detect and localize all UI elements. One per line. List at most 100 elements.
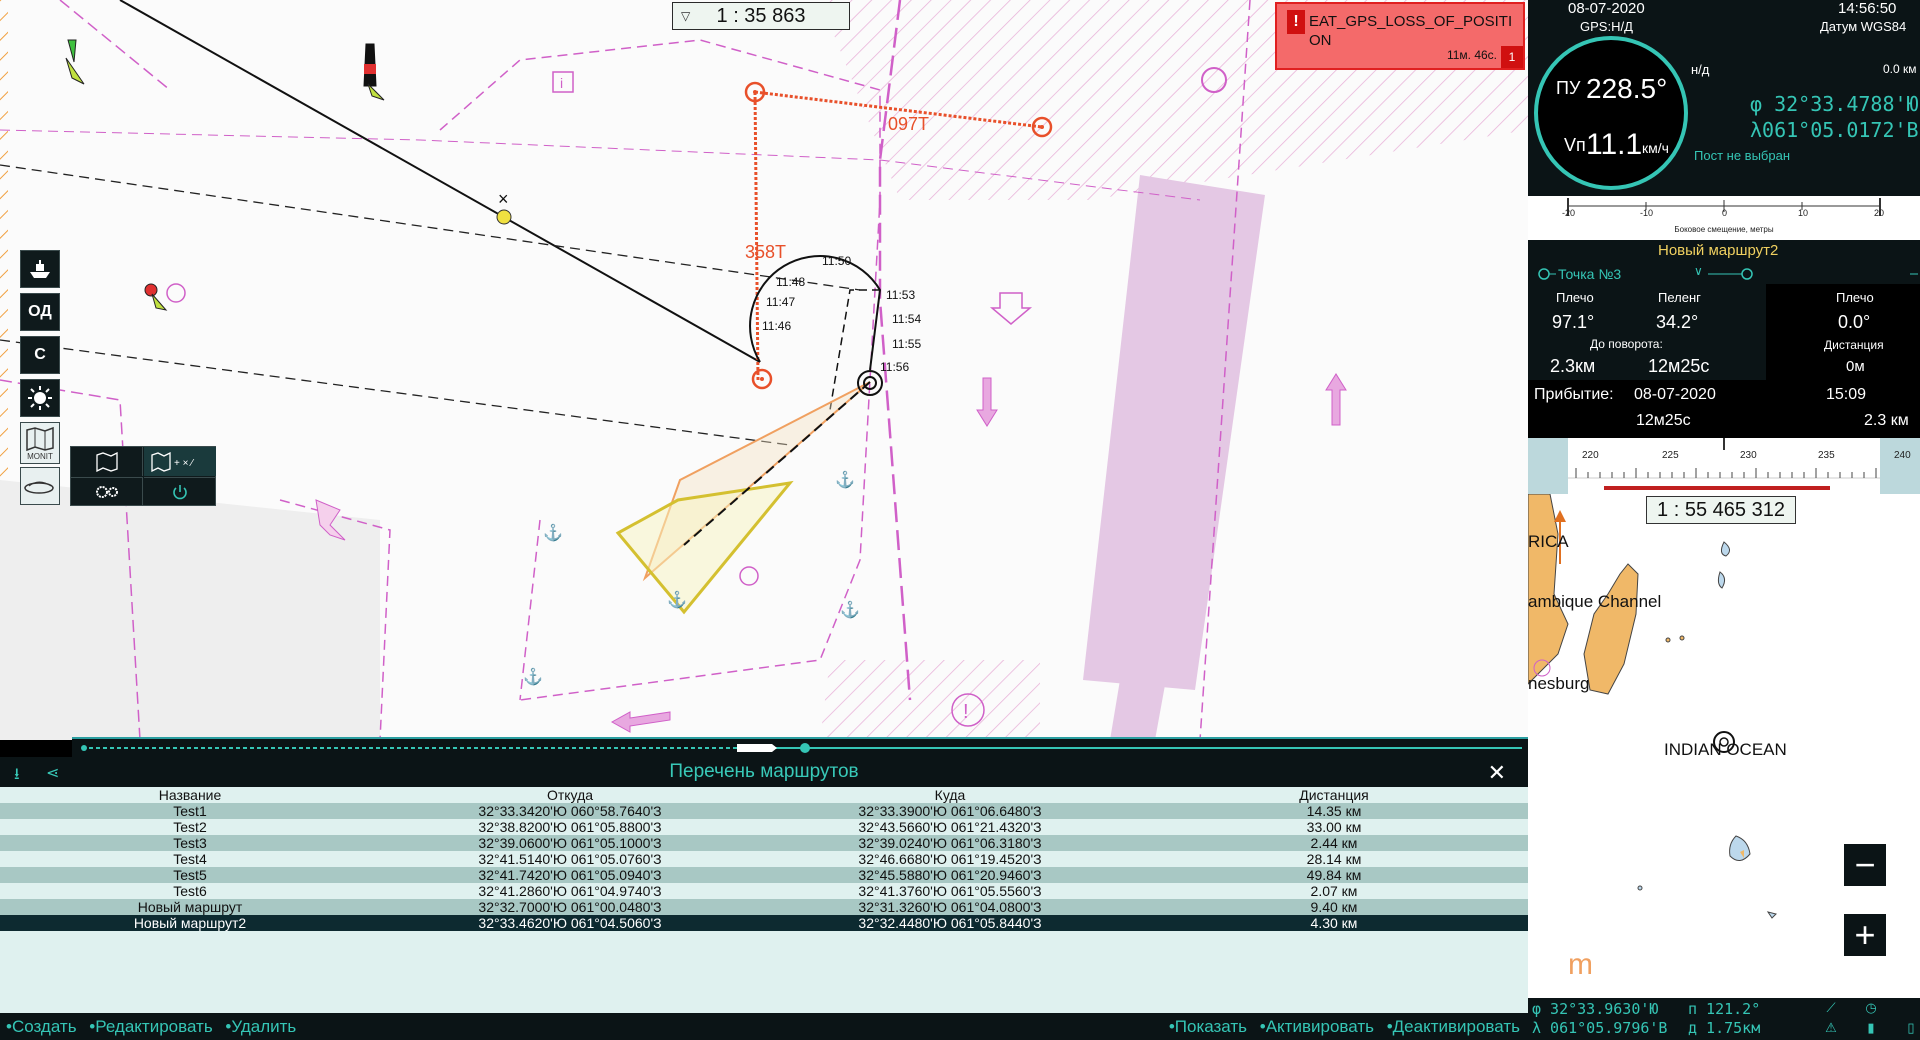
to-turn-distance: 2.3км bbox=[1550, 356, 1596, 376]
lateral-buoy-green[interactable] bbox=[67, 39, 77, 63]
route-list-header: ⭳ ⋖ Перечень маршрутов ✕ bbox=[0, 757, 1528, 787]
route-name: Test3 bbox=[0, 835, 380, 851]
activate-button[interactable]: •Активировать bbox=[1260, 1017, 1374, 1036]
route-from: 32°41.7420'Ю 061°05.0940'З bbox=[380, 867, 760, 883]
zoom-in-button[interactable]: + bbox=[1844, 914, 1886, 956]
time-mark-1150: 11:50 bbox=[822, 254, 851, 268]
arrival-distance: 2.3 км bbox=[1864, 412, 1909, 429]
distance-value: 0м bbox=[1846, 358, 1865, 375]
map-layers-button[interactable] bbox=[71, 447, 143, 476]
restricted-zone bbox=[1083, 175, 1265, 690]
offset-label: Боковое смещение, метры bbox=[1674, 225, 1774, 234]
route-distance: 49.84 км bbox=[1140, 867, 1528, 883]
heading-value: 228.5° bbox=[1586, 73, 1668, 104]
route-table: Название Откуда Куда Дистанция Test1 32°3… bbox=[0, 787, 1528, 931]
cursor-longitude: λ 061°05.9796'В bbox=[1532, 1019, 1668, 1037]
nd-km: 0.0 км bbox=[1883, 62, 1917, 76]
close-icon[interactable]: ✕ bbox=[1488, 760, 1506, 786]
alert-icon: ! bbox=[1287, 10, 1305, 34]
route-to: 32°39.0240'Ю 061°06.3180'З bbox=[760, 835, 1140, 851]
column-header-name[interactable]: Название bbox=[0, 787, 380, 803]
table-row[interactable]: Test2 32°38.8200'Ю 061°05.8800'З 32°43.566… bbox=[0, 819, 1528, 835]
waypoint-1-dot bbox=[753, 90, 757, 94]
signal-icon-2[interactable]: ▯ bbox=[1898, 1020, 1920, 1038]
route-name: Test6 bbox=[0, 883, 380, 899]
buoy-yellow[interactable] bbox=[496, 209, 512, 225]
map-measure-button[interactable]: + × ⁄ bbox=[144, 447, 216, 476]
timeline-slider[interactable] bbox=[72, 737, 1528, 757]
c-button[interactable]: С bbox=[20, 336, 60, 374]
power-icon bbox=[173, 485, 187, 500]
arm-label: Плечо bbox=[1556, 290, 1594, 305]
od-button[interactable]: ОД bbox=[20, 293, 60, 331]
table-row[interactable]: Test3 32°39.0600'Ю 061°05.1000'З 32°39.024… bbox=[0, 835, 1528, 851]
speed-label: Vп bbox=[1564, 135, 1586, 155]
caution-mark: ! bbox=[963, 701, 969, 723]
traffic-arrow-down bbox=[989, 292, 1033, 325]
active-route-panel: Новый маршрут2 Точка №3 ∨ Плечо Пеленг 9… bbox=[1528, 240, 1920, 380]
zoom-out-button[interactable]: − bbox=[1844, 844, 1886, 886]
map-measure-icon: + × ⁄ bbox=[151, 451, 194, 472]
ship-mode-button[interactable] bbox=[20, 250, 60, 288]
ship-zone bbox=[615, 480, 794, 615]
route-to: 32°41.3760'Ю 061°05.5560'З bbox=[760, 883, 1140, 899]
time-mark-1148: 11:48 bbox=[776, 275, 805, 289]
overview-map[interactable]: 1 : 55 465 312 RICA ambique Channel nesb… bbox=[1528, 494, 1920, 998]
warning-icon[interactable]: ⚠ bbox=[1818, 1020, 1844, 1038]
chart-scale[interactable]: ▽ 1 : 35 863 bbox=[672, 2, 850, 30]
column-header-to[interactable]: Куда bbox=[760, 787, 1140, 803]
show-button[interactable]: •Показать bbox=[1169, 1017, 1247, 1036]
arrival-time: 15:09 bbox=[1826, 386, 1867, 403]
create-button[interactable]: •Создать bbox=[6, 1017, 77, 1036]
datum: Датум WGS84 bbox=[1820, 19, 1907, 34]
ship-track-button[interactable] bbox=[20, 467, 60, 505]
nautical-chart[interactable]: × 097T 358T 11:50 11:48 11:47 11:46 11:5… bbox=[0, 0, 1528, 740]
time-mark-1146: 11:46 bbox=[762, 319, 791, 333]
next-leg-box: Плечо 0.0° Дистанция 0м bbox=[1766, 284, 1920, 380]
chevron-down-icon[interactable]: ∨ bbox=[1694, 264, 1703, 278]
alarm-panel[interactable]: ! EAT_GPS_LOSS_OF_POSITION 11м. 46с. 1 bbox=[1275, 2, 1525, 70]
table-row[interactable]: Test5 32°41.7420'Ю 061°05.0940'З 32°45.588… bbox=[0, 867, 1528, 883]
table-row[interactable]: Test1 32°33.3420'Ю 060°58.7640'З 32°33.390… bbox=[0, 803, 1528, 819]
dashed-line-2 bbox=[0, 339, 791, 446]
deactivate-button[interactable]: •Деактивировать bbox=[1387, 1017, 1520, 1036]
share-icon[interactable]: ⋖ bbox=[46, 763, 59, 783]
timeline-handle[interactable] bbox=[737, 744, 777, 752]
speed-value: 11.1 bbox=[1586, 128, 1643, 161]
table-row[interactable]: Новый маршрут 32°32.7000'Ю 061°00.0480'З 3… bbox=[0, 899, 1528, 915]
column-header-from[interactable]: Откуда bbox=[380, 787, 760, 803]
table-row[interactable]: Test4 32°41.5140'Ю 061°05.0760'З 32°46.668… bbox=[0, 851, 1528, 867]
route-from: 32°38.8200'Ю 061°05.8800'З bbox=[380, 819, 760, 835]
monit-button[interactable]: MONIT bbox=[20, 422, 60, 464]
arm2-label: Плечо bbox=[1836, 290, 1874, 305]
settings-button[interactable] bbox=[71, 477, 143, 506]
turn-arc bbox=[749, 255, 882, 371]
overview-scale[interactable]: 1 : 55 465 312 bbox=[1646, 496, 1796, 524]
edit-button[interactable]: •Редактировать bbox=[89, 1017, 212, 1036]
post-status: Пост не выбран bbox=[1694, 148, 1790, 163]
timeline-marker[interactable] bbox=[800, 743, 810, 753]
clock-icon[interactable]: ◷ bbox=[1858, 1000, 1884, 1018]
chart-canvas[interactable]: × 097T 358T 11:50 11:48 11:47 11:46 11:5… bbox=[0, 0, 1528, 740]
satellite-icon[interactable]: ⟋ bbox=[1818, 1000, 1844, 1018]
nd-label: н/д bbox=[1691, 62, 1710, 77]
leg-358 bbox=[753, 91, 760, 381]
route-distance: 4.30 км bbox=[1140, 915, 1528, 931]
delete-button[interactable]: •Удалить bbox=[225, 1017, 296, 1036]
route-list-panel: ⭳ ⋖ Перечень маршрутов ✕ Название Откуда… bbox=[0, 757, 1528, 1013]
logo: m bbox=[1568, 948, 1593, 981]
column-header-distance[interactable]: Дистанция bbox=[1140, 787, 1528, 803]
signal-icon[interactable]: ▮ bbox=[1858, 1020, 1884, 1038]
power-button[interactable] bbox=[144, 477, 216, 506]
chevron-down-icon[interactable]: ▽ bbox=[681, 9, 690, 23]
lateral-offset-scale: -20 -10 0 10 20 Боковое смещение, метры bbox=[1528, 196, 1920, 240]
waypoint-name[interactable]: Точка №3 bbox=[1558, 266, 1621, 282]
buoy-red[interactable] bbox=[144, 283, 158, 297]
table-row[interactable]: Test6 32°41.2860'Ю 061°04.9740'З 32°41.376… bbox=[0, 883, 1528, 899]
table-row-selected[interactable]: Новый маршрут2 32°33.4620'Ю 061°04.5060'З… bbox=[0, 915, 1528, 931]
download-icon[interactable]: ⭳ bbox=[14, 763, 20, 790]
route-distance: 9.40 км bbox=[1140, 899, 1528, 915]
brightness-button[interactable] bbox=[20, 379, 60, 417]
alarm-count: 1 bbox=[1501, 46, 1523, 68]
route-to: 32°45.5880'Ю 061°20.9460'З bbox=[760, 867, 1140, 883]
